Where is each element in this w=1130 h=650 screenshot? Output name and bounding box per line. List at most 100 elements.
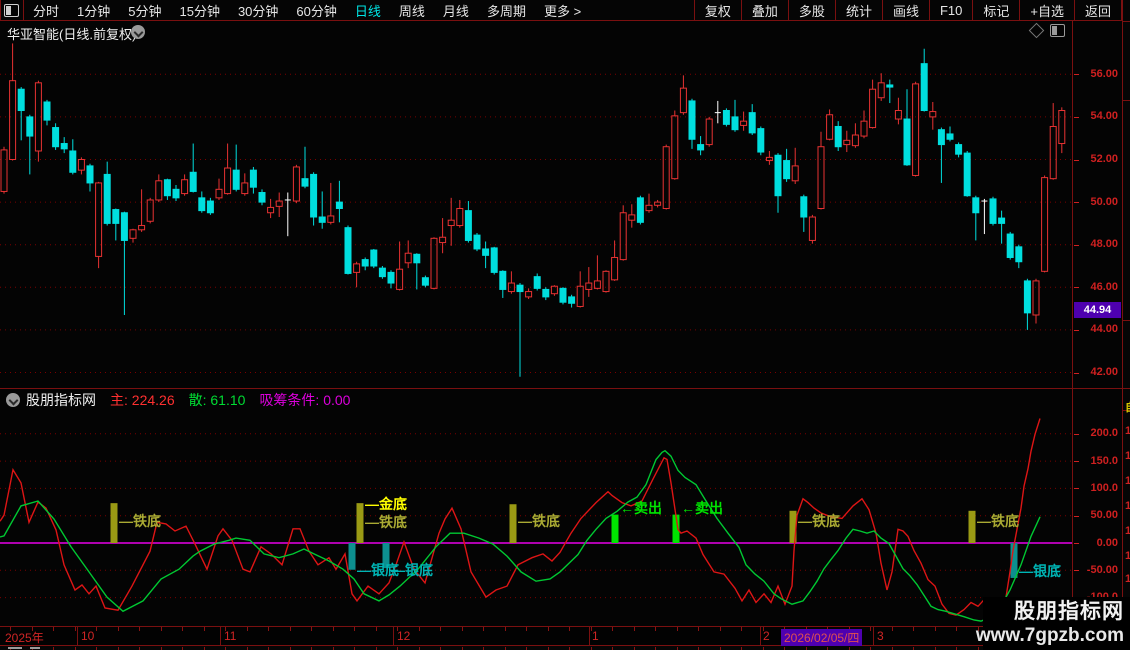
diamond-icon[interactable] xyxy=(1028,22,1045,39)
signal-label: —金底 xyxy=(365,496,407,512)
date-tick xyxy=(504,627,506,631)
signal-label: ←卖出 xyxy=(620,500,662,516)
chevron-down-icon[interactable] xyxy=(6,392,20,407)
signal-label: —铁底 xyxy=(119,513,161,529)
date-tick xyxy=(332,627,334,631)
date-tick xyxy=(956,627,957,631)
period-item[interactable]: 60分钟 xyxy=(287,1,345,20)
watermark-url: www.7gpzb.com xyxy=(975,625,1124,646)
stock-title: 华亚智能(日线.前复权) xyxy=(7,27,137,42)
tool-button[interactable]: 复权 xyxy=(693,0,741,20)
axis-tick xyxy=(1074,329,1079,331)
toolbar-left: 分时 1分钟 5分钟 15分钟 30分钟 60分钟 日线 周线 月线 多周期 更多 > xyxy=(0,0,590,21)
date-tick xyxy=(934,627,936,631)
layout-panel-icon[interactable] xyxy=(4,3,19,17)
price-tick-label: 52.00 xyxy=(1090,153,1118,165)
period-item[interactable]: 30分钟 xyxy=(229,1,287,20)
date-tick xyxy=(741,627,742,631)
period-item[interactable]: 5分钟 xyxy=(119,1,170,20)
period-toolbar: 分时 1分钟 5分钟 15分钟 30分钟 60分钟 日线 周线 月线 多周期 更多 > 复权 叠加 多股… xyxy=(0,0,1130,21)
window-pane-icon[interactable] xyxy=(1050,24,1065,37)
date-tick xyxy=(354,627,355,631)
indicator-chart[interactable]: —铁底—金底—铁底—银底—银底—铁底←卖出 ←卖出—铁底 —铁底—银底 xyxy=(0,410,1072,626)
clipped-digit: 1 xyxy=(1125,573,1130,585)
date-tick xyxy=(289,627,291,631)
indicator-header: 股朋指标网 主: 224.26 散: 61.10 吸筹条件: 0.00 xyxy=(0,390,1072,409)
indicator-tick-label: 150.0 xyxy=(1090,454,1118,467)
clipped-digit: 1 xyxy=(1125,500,1130,512)
price-tick-label: 56.00 xyxy=(1090,67,1118,80)
tool-button[interactable]: 画线 xyxy=(881,0,929,20)
period-item[interactable]: 1分钟 xyxy=(68,1,119,20)
axis-tick xyxy=(1074,116,1079,118)
watermark: 股朋指标网 www.7gpzb.com xyxy=(976,597,1130,650)
tool-button[interactable]: +自选 xyxy=(1019,0,1074,20)
price-tick-label: 48.00 xyxy=(1090,238,1118,251)
clipped-text-fragment xyxy=(8,647,22,649)
indicator-tick-label: 200.0 xyxy=(1090,427,1118,440)
period-item[interactable]: 周线 xyxy=(390,1,434,20)
tool-button[interactable]: 叠加 xyxy=(740,0,788,20)
date-tick xyxy=(203,627,205,631)
price-tick-label: 42.00 xyxy=(1090,366,1118,378)
date-tick xyxy=(633,627,635,631)
period-item[interactable]: 15分钟 xyxy=(170,1,228,20)
candlestick-chart[interactable] xyxy=(0,42,1072,388)
date-tick xyxy=(483,627,484,631)
date-tick xyxy=(891,627,893,631)
date-tick xyxy=(913,627,914,631)
price-tick-label: 46.00 xyxy=(1090,280,1118,293)
date-tick xyxy=(461,627,463,631)
period-item[interactable]: 多周期 xyxy=(478,1,535,20)
toolbar-right: 复权 叠加 多股 统计 画线 F10 标记 +自选 返回 xyxy=(693,0,1122,20)
date-tick xyxy=(375,627,377,631)
period-items: 分时 1分钟 5分钟 15分钟 30分钟 60分钟 日线 周线 月线 多周期 更多 > xyxy=(24,1,590,20)
axis-tick xyxy=(1074,461,1079,463)
signal-label: —银底 xyxy=(391,562,433,578)
signal-label: ←卖出 xyxy=(681,500,723,516)
tool-button[interactable]: 返回 xyxy=(1073,0,1122,20)
clipped-border xyxy=(1123,320,1130,321)
date-tick xyxy=(96,627,97,631)
period-item[interactable]: 分时 xyxy=(24,1,68,20)
date-tick xyxy=(246,627,248,631)
date-tick xyxy=(53,627,54,631)
price-tick-label: 44.00 xyxy=(1090,323,1118,336)
period-item[interactable]: 日线 xyxy=(346,1,390,20)
date-label: 1 xyxy=(592,629,599,643)
indicator-value: 主: 224.26 xyxy=(110,391,175,408)
date-tick xyxy=(74,627,76,631)
period-item[interactable]: 月线 xyxy=(434,1,478,20)
axis-tick xyxy=(1074,488,1079,490)
date-tick xyxy=(268,627,269,631)
clipped-border xyxy=(1123,388,1130,389)
period-item[interactable]: 更多 > xyxy=(535,1,590,20)
tool-button[interactable]: 标记 xyxy=(972,0,1019,20)
date-label: 12 xyxy=(397,629,411,643)
axis-tick xyxy=(1074,372,1079,374)
indicator-tick-label: 100.0 xyxy=(1090,481,1118,494)
tool-button[interactable]: 多股 xyxy=(787,0,835,20)
axis-tick xyxy=(1074,202,1079,204)
clipped-border xyxy=(1123,21,1130,22)
date-label: 3 xyxy=(877,629,884,643)
date-tick xyxy=(440,627,441,631)
signal-label: —银底 xyxy=(1019,563,1061,579)
date-divider xyxy=(873,627,874,645)
clipped-side-panel: 自 1 1 1 1 1 1 1 xyxy=(1122,0,1130,650)
indicator-tick-label: 50.00 xyxy=(1090,509,1118,522)
date-tick xyxy=(160,627,162,631)
tool-button[interactable]: 统计 xyxy=(834,0,882,20)
date-axis[interactable]: 2025年 10 11 12 1 2 2026/02/05/四 3 xyxy=(0,627,1122,646)
date-tick xyxy=(182,627,183,631)
indicator-value: 散: 61.10 xyxy=(188,391,246,408)
clipped-bottom-row xyxy=(0,646,1122,650)
axis-tick xyxy=(1074,543,1079,544)
chevron-down-icon[interactable] xyxy=(131,25,145,39)
axis-tick xyxy=(1074,244,1079,246)
axis-tick xyxy=(1074,159,1079,161)
clipped-digit: 1 xyxy=(1125,425,1130,437)
current-date-label: 2026/02/05/四 xyxy=(781,629,863,646)
tool-button[interactable]: F10 xyxy=(928,0,972,20)
date-tick xyxy=(870,627,871,631)
